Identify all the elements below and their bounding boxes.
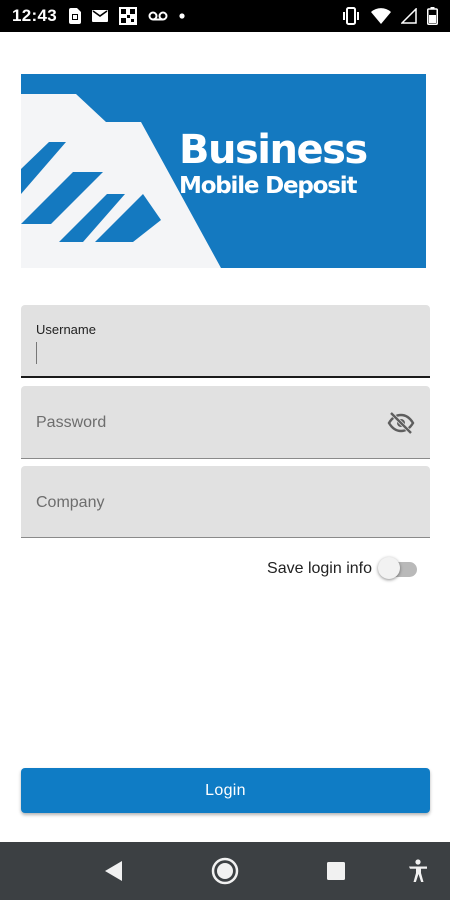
- qr-icon: [118, 7, 137, 25]
- login-button[interactable]: Login: [21, 768, 430, 813]
- voicemail-icon: [148, 11, 168, 21]
- signal-icon: [401, 8, 417, 24]
- eye-off-icon[interactable]: [386, 410, 416, 436]
- username-input[interactable]: [36, 345, 366, 367]
- dot-icon: [179, 13, 185, 19]
- username-field[interactable]: Username: [21, 305, 430, 378]
- password-field[interactable]: Password: [21, 386, 430, 459]
- vibrate-icon: [341, 7, 361, 25]
- password-placeholder: Password: [36, 414, 107, 431]
- status-right-icons: [341, 7, 438, 25]
- back-icon[interactable]: [90, 842, 138, 900]
- home-icon[interactable]: [201, 842, 249, 900]
- sim-card-icon: [68, 8, 81, 24]
- accessibility-icon[interactable]: [394, 842, 442, 900]
- recents-icon[interactable]: [312, 842, 360, 900]
- company-field[interactable]: Company: [21, 466, 430, 538]
- status-bar: 12:43: [0, 0, 450, 32]
- banner-subtitle: Mobile Deposit: [179, 173, 357, 199]
- status-time: 12:43: [12, 6, 57, 25]
- username-label: Username: [36, 322, 96, 337]
- status-left-icons: [68, 7, 185, 25]
- company-placeholder: Company: [36, 494, 105, 511]
- mail-icon: [91, 10, 108, 22]
- nav-bar: [0, 842, 450, 900]
- save-login-row: Save login info: [21, 556, 430, 584]
- banner-title: Business: [179, 127, 368, 173]
- wifi-icon: [371, 8, 391, 24]
- save-login-toggle-thumb[interactable]: [378, 557, 400, 579]
- battery-icon: [427, 7, 438, 25]
- save-login-label: Save login info: [267, 560, 372, 577]
- app-banner: Business Mobile Deposit: [21, 74, 426, 268]
